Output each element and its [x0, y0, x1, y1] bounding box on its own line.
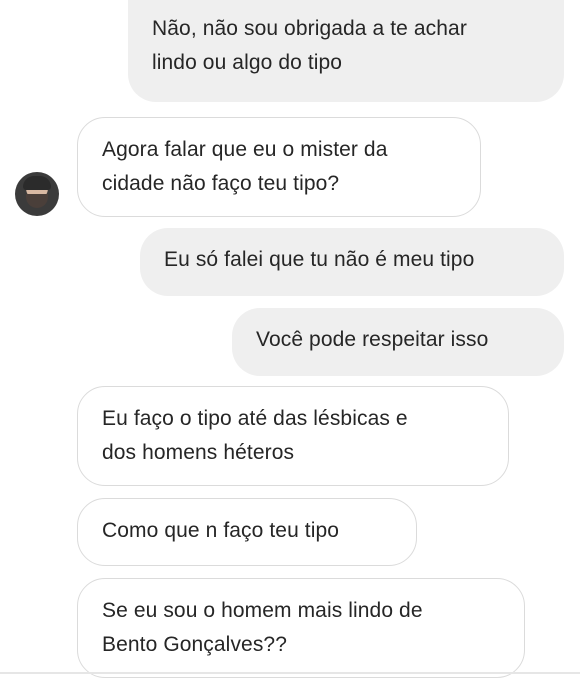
message-bubble-sent[interactable]: Você pode respeitar isso — [232, 308, 564, 376]
user-avatar[interactable] — [15, 172, 59, 216]
message-bubble-received[interactable]: Eu faço o tipo até das lésbicas e dos ho… — [77, 386, 509, 486]
avatar-hair — [23, 176, 51, 190]
message-bubble-received[interactable]: Se eu sou o homem mais lindo de Bento Go… — [77, 578, 525, 678]
message-bubble-sent[interactable]: Não, não sou obrigada a te achar lindo o… — [128, 0, 564, 102]
avatar-beard — [26, 194, 48, 208]
message-bubble-received[interactable]: Agora falar que eu o mister da cidade nã… — [77, 117, 481, 217]
message-bubble-received[interactable]: Como que n faço teu tipo — [77, 498, 417, 566]
composer-divider — [0, 672, 580, 674]
message-bubble-sent[interactable]: Eu só falei que tu não é meu tipo — [140, 228, 564, 296]
